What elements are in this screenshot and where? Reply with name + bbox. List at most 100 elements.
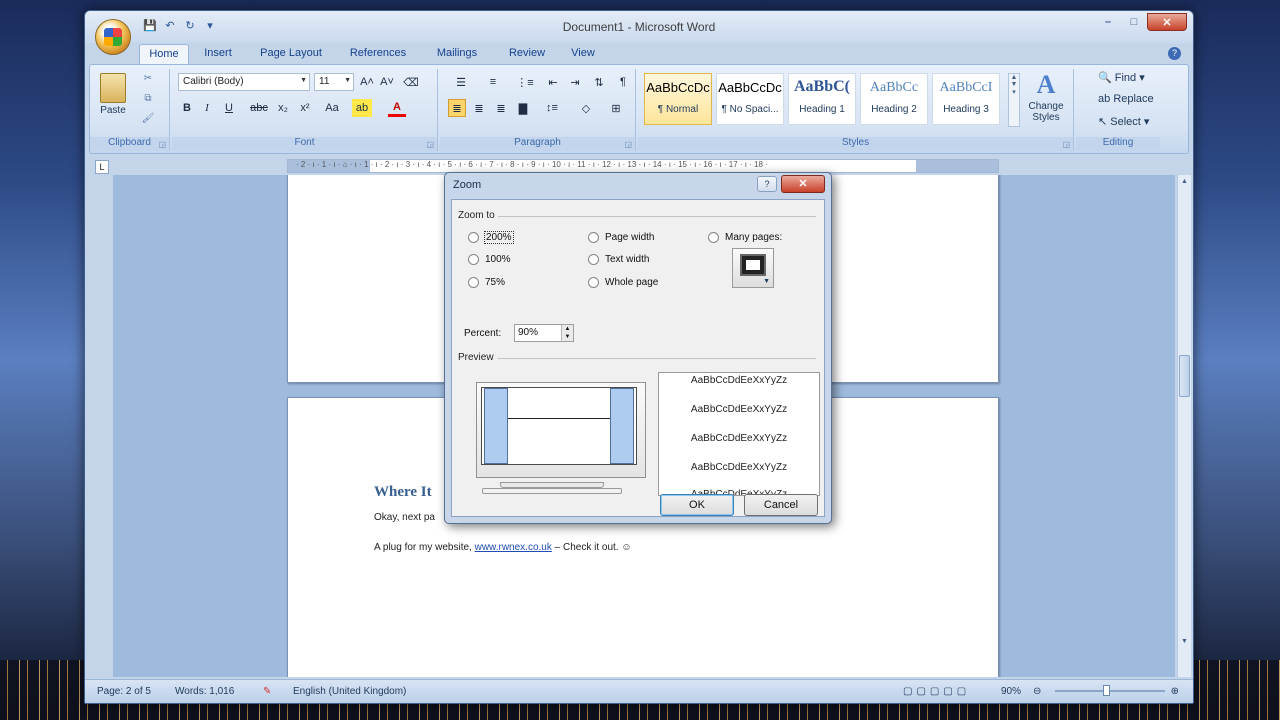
dialog-close-button[interactable]: ✕: [781, 175, 825, 193]
scroll-up-icon[interactable]: ▲: [1178, 175, 1191, 189]
multilevel-list-icon[interactable]: ⋮≡: [512, 73, 538, 91]
tab-mailings[interactable]: Mailings: [421, 44, 493, 64]
strikethrough-button[interactable]: abc: [248, 99, 270, 117]
increase-indent-icon[interactable]: ⇥: [566, 73, 584, 91]
show-hide-icon[interactable]: ¶: [614, 73, 632, 91]
tab-insert[interactable]: Insert: [189, 44, 247, 64]
style-heading-3[interactable]: AaBbCcI Heading 3: [932, 73, 1000, 125]
subscript-button[interactable]: x₂: [274, 99, 292, 117]
tab-selector[interactable]: L: [95, 160, 109, 174]
radio-whole-page[interactable]: Whole page: [588, 277, 658, 288]
dialog-help-button[interactable]: ?: [757, 176, 777, 192]
radio-200[interactable]: 200%: [468, 231, 514, 244]
word-count[interactable]: Words: 1,016: [175, 686, 234, 697]
align-right-icon[interactable]: ≣: [492, 99, 510, 117]
bold-button[interactable]: B: [178, 99, 196, 117]
zoom-slider[interactable]: [1055, 685, 1165, 696]
grow-font-button[interactable]: A˄: [358, 73, 376, 91]
maximize-button[interactable]: □: [1121, 13, 1147, 31]
font-family-value: Calibri (Body): [183, 76, 244, 87]
paragraph-launcher-icon[interactable]: ◲: [624, 140, 632, 149]
font-size-select[interactable]: 11 ▼: [314, 73, 354, 91]
cancel-button[interactable]: Cancel: [744, 494, 818, 516]
office-button[interactable]: [95, 19, 131, 55]
zoom-in-icon[interactable]: ⊕: [1171, 686, 1179, 697]
shrink-font-button[interactable]: A˅: [378, 73, 396, 91]
ruler-ticks: · 2 · ı · 1 · ı · ⌂ · ı · 1 · ı · 2 · ı …: [296, 160, 768, 169]
style-name: Heading 2: [871, 104, 917, 115]
tab-view[interactable]: View: [561, 44, 605, 64]
document-paragraph: Okay, next pa: [374, 512, 435, 523]
spin-up-icon[interactable]: ▲: [561, 325, 573, 333]
minimize-button[interactable]: –: [1095, 13, 1121, 31]
styles-gallery-scroll[interactable]: ▲ ▼ ▾: [1008, 73, 1020, 127]
change-styles-button[interactable]: A Change Styles: [1024, 69, 1068, 123]
spin-down-icon[interactable]: ▼: [561, 333, 573, 341]
format-painter-icon[interactable]: 🖌: [140, 113, 156, 129]
shading-icon[interactable]: ◇: [574, 99, 598, 117]
sort-icon[interactable]: ⇅: [590, 73, 608, 91]
vertical-scrollbar[interactable]: ▲ ▼: [1177, 175, 1191, 677]
radio-75[interactable]: 75%: [468, 277, 505, 288]
view-buttons-icon[interactable]: ▢▢▢▢▢: [903, 686, 970, 697]
highlight-button[interactable]: ab: [352, 99, 372, 117]
radio-many-pages[interactable]: Many pages:: [708, 232, 782, 243]
style-name: ¶ No Spaci...: [721, 104, 779, 115]
website-link[interactable]: www.rwnex.co.uk: [475, 542, 552, 553]
clear-formatting-button[interactable]: ⌫: [402, 73, 420, 91]
line-spacing-icon[interactable]: ↕≡: [540, 99, 564, 117]
many-pages-picker-button[interactable]: ▼: [732, 248, 774, 288]
tab-page-layout[interactable]: Page Layout: [247, 44, 335, 64]
zoom-out-icon[interactable]: ⊖: [1033, 686, 1041, 697]
find-button[interactable]: 🔍 Find ▾: [1098, 71, 1145, 84]
cut-icon[interactable]: ✂: [140, 73, 156, 89]
page-count[interactable]: Page: 2 of 5: [97, 686, 151, 697]
scroll-thumb[interactable]: [1179, 355, 1190, 397]
proofing-icon[interactable]: ✎: [263, 686, 271, 697]
help-icon[interactable]: ?: [1168, 47, 1181, 60]
italic-button[interactable]: I: [198, 99, 216, 117]
scroll-down-icon[interactable]: ▼: [1178, 635, 1191, 649]
copy-icon[interactable]: ⧉: [140, 93, 156, 109]
replace-button[interactable]: ab Replace: [1098, 93, 1154, 105]
styles-launcher-icon[interactable]: ◲: [1062, 140, 1070, 149]
language-indicator[interactable]: English (United Kingdom): [293, 686, 406, 697]
borders-icon[interactable]: ⊞: [604, 99, 628, 117]
zoom-slider-knob[interactable]: [1103, 685, 1110, 696]
tab-references[interactable]: References: [335, 44, 421, 64]
font-group: Calibri (Body) ▼ 11 ▼ A˄ A˅ ⌫ B I U abc x₂…: [172, 69, 438, 151]
sample-line: AaBbCcDdEeXxYyZz: [690, 375, 788, 386]
decrease-indent-icon[interactable]: ⇤: [544, 73, 562, 91]
bullets-icon[interactable]: ☰: [448, 73, 474, 91]
align-center-icon[interactable]: ≣: [470, 99, 488, 117]
ok-button[interactable]: OK: [660, 494, 734, 516]
style-no-spacing[interactable]: AaBbCcDc ¶ No Spaci...: [716, 73, 784, 125]
superscript-button[interactable]: x²: [296, 99, 314, 117]
style-heading-2[interactable]: AaBbCc Heading 2: [860, 73, 928, 125]
tab-review[interactable]: Review: [493, 44, 561, 64]
close-button[interactable]: ✕: [1147, 13, 1187, 31]
align-left-icon[interactable]: ≣: [448, 99, 466, 117]
style-sample: AaBbCcI: [939, 80, 993, 95]
clipboard-launcher-icon[interactable]: ◲: [158, 140, 166, 149]
radio-circle: [468, 277, 479, 288]
zoom-level[interactable]: 90%: [1001, 686, 1021, 697]
numbering-icon[interactable]: ≡: [480, 73, 506, 91]
font-color-button[interactable]: A: [388, 99, 406, 117]
radio-text-width[interactable]: Text width: [588, 254, 649, 265]
justify-icon[interactable]: ▇: [514, 99, 532, 117]
radio-circle: [468, 254, 479, 265]
horizontal-ruler[interactable]: · 2 · ı · 1 · ı · ⌂ · ı · 1 · ı · 2 · ı …: [287, 159, 999, 173]
radio-100[interactable]: 100%: [468, 254, 511, 265]
percent-spinner[interactable]: 90% ▲ ▼: [514, 324, 574, 342]
change-case-button[interactable]: Aa: [320, 99, 344, 117]
font-launcher-icon[interactable]: ◲: [426, 140, 434, 149]
select-button[interactable]: ↖ Select ▾: [1098, 115, 1149, 128]
style-heading-1[interactable]: AaBbC( Heading 1: [788, 73, 856, 125]
style-normal[interactable]: AaBbCcDc ¶ Normal: [644, 73, 712, 125]
tab-home[interactable]: Home: [139, 44, 189, 64]
paste-button[interactable]: Paste: [96, 73, 130, 116]
font-family-select[interactable]: Calibri (Body) ▼: [178, 73, 310, 91]
radio-page-width[interactable]: Page width: [588, 232, 654, 243]
underline-button[interactable]: U: [220, 99, 238, 117]
